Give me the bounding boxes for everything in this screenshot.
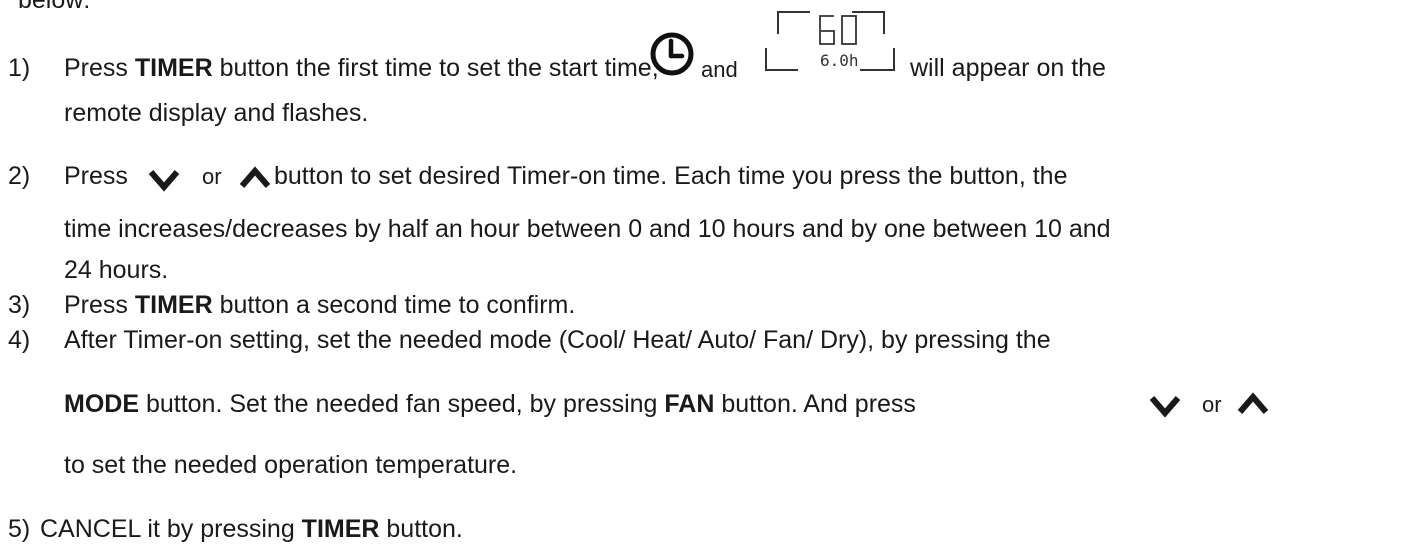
instruction-page: { "intro_fragment": "below:", "steps": [… xyxy=(0,0,1414,554)
step-3-number: 3) xyxy=(8,291,31,319)
step-1-line-1: Press TIMER button the first time to set… xyxy=(64,54,659,82)
step-3-line-1: Press TIMER button a second time to conf… xyxy=(64,291,576,319)
step-1-line-1-end: will appear on the xyxy=(910,54,1106,82)
chevron-down-icon xyxy=(1149,396,1181,418)
step-5-number: 5) xyxy=(8,515,31,543)
step-2-or: or xyxy=(202,164,222,189)
timer-keyword: TIMER xyxy=(134,54,213,82)
timer-keyword: TIMER xyxy=(301,515,380,543)
chevron-up-icon xyxy=(1237,392,1269,414)
step-1-and: and xyxy=(701,57,738,82)
step-4-line-2: MODE button. Set the needed fan speed, b… xyxy=(64,390,916,418)
step-2-line-2: time increases/decreases by half an hour… xyxy=(64,215,1111,243)
step-2-line-3: 24 hours. xyxy=(64,256,169,284)
chevron-up-icon xyxy=(239,166,271,188)
timer-display-icon: 6.0h xyxy=(765,11,895,71)
intro-fragment: below: xyxy=(18,0,91,14)
step-5-line-1: CANCEL it by pressing TIMER button. xyxy=(40,515,463,543)
clock-icon xyxy=(650,32,694,76)
step-1-number: 1) xyxy=(8,54,31,82)
timer-display-digits: 6.0h xyxy=(820,51,859,70)
step-1-line-2: remote display and flashes. xyxy=(64,99,369,127)
step-2-number: 2) xyxy=(8,162,31,190)
mode-keyword: MODE xyxy=(64,390,139,418)
step-4-number: 4) xyxy=(8,326,31,354)
fan-keyword: FAN xyxy=(664,390,715,418)
step-2-line-1-rest: button to set desired Timer-on time. Eac… xyxy=(274,162,1068,190)
step-4-line-3: to set the needed operation temperature. xyxy=(64,451,518,479)
step-4-line-1: After Timer-on setting, set the needed m… xyxy=(64,326,1051,354)
chevron-down-icon xyxy=(148,170,180,192)
step-2-press: Press xyxy=(64,162,128,190)
timer-keyword: TIMER xyxy=(134,291,213,319)
step-4-or: or xyxy=(1202,392,1222,417)
